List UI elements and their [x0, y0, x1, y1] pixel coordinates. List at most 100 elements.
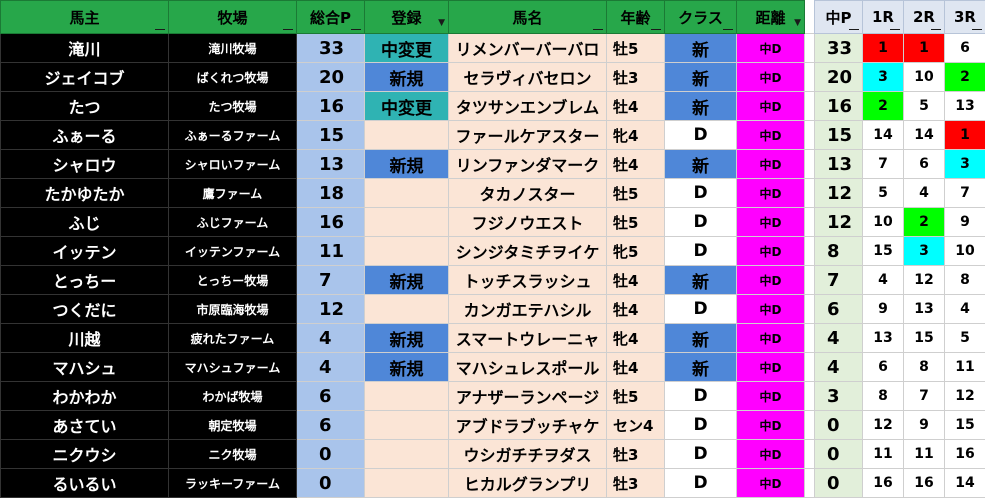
farm-cell[interactable]: ふじファーム: [168, 207, 297, 237]
total-points-cell[interactable]: 12: [296, 294, 365, 324]
class-cell[interactable]: 新: [664, 91, 737, 121]
race-1-rank-cell[interactable]: 16: [862, 468, 904, 498]
registration-cell[interactable]: [364, 381, 449, 411]
owner-cell[interactable]: るいるい: [0, 468, 169, 498]
spacer-cell[interactable]: [804, 178, 815, 208]
mid-points-cell[interactable]: 4: [814, 352, 863, 382]
race-1-rank-cell[interactable]: 7: [862, 149, 904, 179]
distance-cell[interactable]: 中D: [736, 178, 805, 208]
class-cell[interactable]: 新: [664, 352, 737, 382]
registration-cell[interactable]: 新規: [364, 62, 449, 92]
spacer-cell[interactable]: [804, 381, 815, 411]
race-3-rank-cell[interactable]: 10: [944, 236, 985, 266]
filter-dropdown-icon[interactable]: [972, 29, 982, 30]
horse-name-cell[interactable]: タカノスター: [448, 178, 607, 208]
farm-cell[interactable]: 鷹ファーム: [168, 178, 297, 208]
owner-cell[interactable]: ふじ: [0, 207, 169, 237]
farm-cell[interactable]: マハシュファーム: [168, 352, 297, 382]
age-cell[interactable]: 牡5: [606, 178, 665, 208]
race-2-rank-cell[interactable]: 6: [903, 149, 945, 179]
age-cell[interactable]: 牝5: [606, 236, 665, 266]
race-1-rank-cell[interactable]: 3: [862, 62, 904, 92]
column-header-owner[interactable]: 馬主: [0, 0, 169, 34]
class-cell[interactable]: D: [664, 207, 737, 237]
registration-cell[interactable]: [364, 439, 449, 469]
registration-cell[interactable]: [364, 294, 449, 324]
distance-cell[interactable]: 中D: [736, 236, 805, 266]
distance-cell[interactable]: 中D: [736, 294, 805, 324]
owner-cell[interactable]: ニクウシ: [0, 439, 169, 469]
column-header-race-1[interactable]: 1R: [862, 0, 904, 34]
farm-cell[interactable]: イッテンファーム: [168, 236, 297, 266]
race-3-rank-cell[interactable]: 12: [944, 381, 985, 411]
horse-name-cell[interactable]: アブドラブッチャケ: [448, 410, 607, 440]
farm-cell[interactable]: 滝川牧場: [168, 33, 297, 63]
registration-cell[interactable]: 新規: [364, 149, 449, 179]
race-2-rank-cell[interactable]: 7: [903, 381, 945, 411]
farm-cell[interactable]: ラッキーファーム: [168, 468, 297, 498]
mid-points-cell[interactable]: 8: [814, 236, 863, 266]
horse-name-cell[interactable]: フジノウエスト: [448, 207, 607, 237]
race-2-rank-cell[interactable]: 1: [903, 33, 945, 63]
registration-cell[interactable]: 中変更: [364, 91, 449, 121]
registration-cell[interactable]: [364, 410, 449, 440]
spacer-cell[interactable]: [804, 468, 815, 498]
distance-cell[interactable]: 中D: [736, 120, 805, 150]
race-1-rank-cell[interactable]: 2: [862, 91, 904, 121]
spacer-cell[interactable]: [804, 410, 815, 440]
distance-cell[interactable]: 中D: [736, 265, 805, 295]
age-cell[interactable]: 牝4: [606, 120, 665, 150]
registration-cell[interactable]: 新規: [364, 323, 449, 353]
registration-cell[interactable]: 新規: [364, 265, 449, 295]
horse-name-cell[interactable]: ヒカルグランプリ: [448, 468, 607, 498]
mid-points-cell[interactable]: 4: [814, 323, 863, 353]
race-2-rank-cell[interactable]: 16: [903, 468, 945, 498]
age-cell[interactable]: 牡4: [606, 265, 665, 295]
class-cell[interactable]: 新: [664, 62, 737, 92]
distance-cell[interactable]: 中D: [736, 323, 805, 353]
filter-active-icon[interactable]: ▼: [794, 19, 801, 28]
spacer-cell[interactable]: [804, 207, 815, 237]
race-1-rank-cell[interactable]: 15: [862, 236, 904, 266]
spacer-cell[interactable]: [804, 439, 815, 469]
total-points-cell[interactable]: 4: [296, 352, 365, 382]
age-cell[interactable]: セン4: [606, 410, 665, 440]
total-points-cell[interactable]: 7: [296, 265, 365, 295]
total-points-cell[interactable]: 16: [296, 207, 365, 237]
race-2-rank-cell[interactable]: 3: [903, 236, 945, 266]
filter-dropdown-icon[interactable]: [593, 29, 603, 30]
mid-points-cell[interactable]: 12: [814, 207, 863, 237]
mid-points-cell[interactable]: 12: [814, 178, 863, 208]
age-cell[interactable]: 牝4: [606, 323, 665, 353]
total-points-cell[interactable]: 4: [296, 323, 365, 353]
race-3-rank-cell[interactable]: 9: [944, 207, 985, 237]
registration-cell[interactable]: [364, 468, 449, 498]
horse-name-cell[interactable]: シンジタミチヲイケ: [448, 236, 607, 266]
total-points-cell[interactable]: 20: [296, 62, 365, 92]
race-1-rank-cell[interactable]: 1: [862, 33, 904, 63]
owner-cell[interactable]: つくだに: [0, 294, 169, 324]
race-1-rank-cell[interactable]: 13: [862, 323, 904, 353]
race-3-rank-cell[interactable]: 3: [944, 149, 985, 179]
age-cell[interactable]: 牡3: [606, 468, 665, 498]
column-header-total-points[interactable]: 総合P: [296, 0, 365, 34]
column-header-distance[interactable]: 距離 ▼: [736, 0, 805, 34]
total-points-cell[interactable]: 0: [296, 439, 365, 469]
race-2-rank-cell[interactable]: 10: [903, 62, 945, 92]
distance-cell[interactable]: 中D: [736, 149, 805, 179]
race-2-rank-cell[interactable]: 4: [903, 178, 945, 208]
class-cell[interactable]: D: [664, 381, 737, 411]
race-2-rank-cell[interactable]: 14: [903, 120, 945, 150]
race-3-rank-cell[interactable]: 5: [944, 323, 985, 353]
race-2-rank-cell[interactable]: 8: [903, 352, 945, 382]
distance-cell[interactable]: 中D: [736, 381, 805, 411]
filter-active-icon[interactable]: ▼: [438, 19, 445, 28]
class-cell[interactable]: D: [664, 410, 737, 440]
class-cell[interactable]: 新: [664, 323, 737, 353]
distance-cell[interactable]: 中D: [736, 62, 805, 92]
race-2-rank-cell[interactable]: 13: [903, 294, 945, 324]
age-cell[interactable]: 牡3: [606, 62, 665, 92]
mid-points-cell[interactable]: 20: [814, 62, 863, 92]
mid-points-cell[interactable]: 7: [814, 265, 863, 295]
distance-cell[interactable]: 中D: [736, 410, 805, 440]
